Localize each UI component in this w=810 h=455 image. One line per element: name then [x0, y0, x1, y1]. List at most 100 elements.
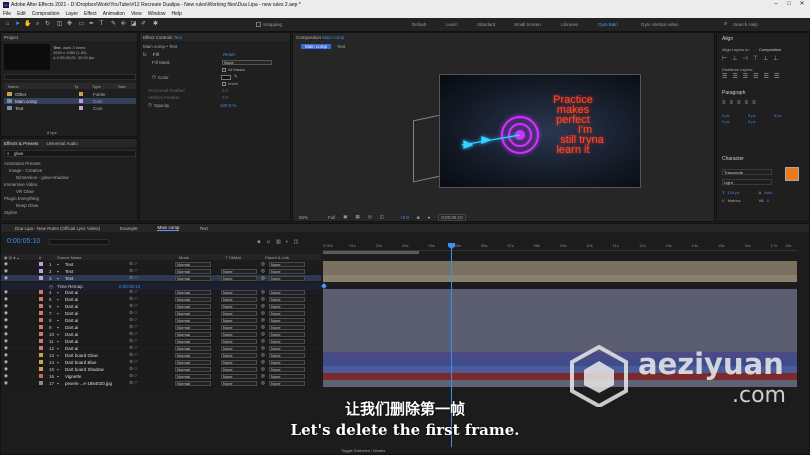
- visibility-eye-icon[interactable]: ◉: [1, 268, 9, 274]
- hand-tool-icon[interactable]: ✋: [24, 21, 31, 28]
- layer-source-name[interactable]: Dart board Shadow: [65, 367, 129, 372]
- layer-trkmat-dropdown[interactable]: None: [221, 268, 257, 274]
- timeline-layer-row[interactable]: ◉ 7 ▪ Dart.ai ⚙ ∕ ∕ Normal None ◎ None: [1, 310, 321, 317]
- layer-switches[interactable]: ⚙ ∕ ∕: [129, 373, 175, 379]
- layer-source-name[interactable]: Text: [65, 269, 129, 274]
- layer-trkmat-dropdown[interactable]: None: [221, 324, 257, 330]
- draft-3d-icon[interactable]: ◈: [257, 239, 261, 245]
- label-color-swatch[interactable]: [39, 381, 43, 385]
- layer-switches[interactable]: ⚙ ∕ ∕: [129, 275, 175, 281]
- paragraph-justify-all-icon[interactable]: ≡: [752, 100, 756, 106]
- layer-trkmat-dropdown[interactable]: None: [221, 352, 257, 358]
- paragraph-center-icon[interactable]: ≡: [730, 100, 734, 106]
- visibility-eye-icon[interactable]: ◉: [1, 366, 9, 372]
- layer-switches[interactable]: ⚙ ∕ ∕: [129, 380, 175, 386]
- pick-whip-icon[interactable]: ◎: [261, 359, 269, 365]
- layer-duration-bar[interactable]: [323, 289, 797, 296]
- layer-mode-dropdown[interactable]: Normal: [175, 296, 211, 302]
- layer-mode-dropdown[interactable]: Normal: [175, 317, 211, 323]
- layer-switches[interactable]: ⚙ ∕ ∕: [129, 331, 175, 337]
- layer-source-name[interactable]: Dart board Blue: [65, 360, 129, 365]
- layer-parent-dropdown[interactable]: None: [269, 289, 305, 295]
- workspace-learn[interactable]: Learn: [446, 22, 458, 27]
- distribute-top-icon[interactable]: ☰: [722, 73, 727, 80]
- layer-mode-dropdown[interactable]: Normal: [175, 345, 211, 351]
- col-label[interactable]: Ty: [74, 84, 92, 89]
- layer-duration-bar[interactable]: [323, 317, 797, 324]
- timeline-layer-row[interactable]: ◉ 3 ▪ Text ⚙ ∕ ∕ Normal None ◎ None: [1, 275, 321, 282]
- layer-switches[interactable]: ⚙ ∕ ∕: [129, 310, 175, 316]
- timeline-layer-row[interactable]: ◉ 1 ▪ Text ⚙ ∕ ∕ Normal ◎ None: [1, 261, 321, 268]
- type-tool-icon[interactable]: T: [98, 21, 105, 28]
- menu-view[interactable]: View: [131, 11, 142, 17]
- visibility-eye-icon[interactable]: ◉: [1, 324, 9, 330]
- pen-tool-icon[interactable]: ✒: [88, 21, 95, 28]
- layer-source-name[interactable]: pexels-...e-1654020.jpg: [65, 381, 129, 386]
- pick-whip-icon[interactable]: ◎: [261, 331, 269, 337]
- label-color-swatch[interactable]: [39, 367, 43, 371]
- layer-duration-bar[interactable]: [323, 275, 797, 282]
- timeline-layer-row[interactable]: ◉ 10 ▪ Dart.ai ⚙ ∕ ∕ Normal None ◎ None: [1, 331, 321, 338]
- search-icon[interactable]: ⌕: [724, 21, 727, 28]
- layer-mode-dropdown[interactable]: Normal: [175, 261, 211, 267]
- timeline-layer-row[interactable]: ◉ 13 ▪ Dart board Glow ⚙ ∕ ∕ Normal None ◎ None: [1, 352, 321, 359]
- col-type[interactable]: Type: [92, 84, 118, 89]
- pick-whip-icon[interactable]: ◎: [261, 352, 269, 358]
- layer-duration-bar[interactable]: [323, 310, 797, 317]
- visibility-eye-icon[interactable]: ◉: [1, 303, 9, 309]
- close-button[interactable]: ✕: [796, 0, 808, 9]
- tree-item[interactable]: Dimension - glow+shadow: [4, 174, 69, 181]
- label-color-swatch[interactable]: [39, 353, 43, 357]
- col-source-name[interactable]: Source Name: [57, 255, 179, 260]
- layer-switches[interactable]: ⚙ ∕ ∕: [129, 261, 175, 267]
- eraser-tool-icon[interactable]: ◪: [130, 21, 137, 28]
- layer-switches[interactable]: ⚙ ∕ ∕: [129, 338, 175, 344]
- time-ruler[interactable]: 0:00s 01s 02s 03s 04s 05s 06s 07s 08s 09s 10s 11s 12…: [323, 243, 797, 251]
- tab-text[interactable]: Text: [199, 226, 207, 231]
- zoom-tool-icon[interactable]: ⌕: [34, 21, 41, 28]
- effect-fill-row[interactable]: fx Fill Reset: [143, 52, 289, 57]
- layer-trkmat-dropdown[interactable]: None: [221, 345, 257, 351]
- timeline-layer-row[interactable]: ◉ 11 ▪ Dart.ai ⚙ ∕ ∕ Normal None ◎ None: [1, 338, 321, 345]
- layer-parent-dropdown[interactable]: None: [269, 373, 305, 379]
- layer-duration-bar[interactable]: [323, 296, 797, 303]
- timeline-layer-row[interactable]: ◉ 17 ▪ pexels-...e-1654020.jpg ⚙ ∕ ∕ Normal No…: [1, 380, 321, 387]
- layer-switches[interactable]: ⚙ ∕ ∕: [129, 359, 175, 365]
- invert-checkbox[interactable]: [222, 81, 226, 86]
- space-before-value[interactable]: 0 px: [722, 119, 748, 125]
- mask-tool-icon[interactable]: ▭: [78, 21, 85, 28]
- tree-item[interactable]: Animation Presets: [4, 160, 69, 167]
- label-color-swatch[interactable]: [39, 269, 43, 273]
- pick-whip-icon[interactable]: ◎: [261, 275, 269, 281]
- space-after-value[interactable]: 0 px: [748, 119, 756, 125]
- menu-layer[interactable]: Layer: [65, 11, 78, 17]
- workspace-small-screen[interactable]: Small Screen: [514, 22, 541, 27]
- visibility-eye-icon[interactable]: ◉: [1, 317, 9, 323]
- visibility-eye-icon[interactable]: ◉: [1, 373, 9, 379]
- work-area-bar[interactable]: [323, 251, 419, 254]
- label-color-swatch[interactable]: [39, 318, 43, 322]
- project-tab[interactable]: Project: [4, 35, 18, 40]
- tree-item[interactable]: Immersive Video: [4, 181, 69, 188]
- pick-whip-icon[interactable]: ◎: [261, 261, 269, 267]
- camera-tool-icon[interactable]: ◫: [56, 21, 63, 28]
- project-item[interactable]: Text Com: [4, 105, 136, 111]
- col-name[interactable]: Name: [4, 84, 74, 89]
- distribute-vcenter-icon[interactable]: ☰: [732, 73, 737, 80]
- workspace-standard[interactable]: Standard: [477, 22, 495, 27]
- layer-parent-dropdown[interactable]: None: [269, 338, 305, 344]
- layer-source-name[interactable]: Dart.ai: [65, 325, 129, 330]
- visibility-eye-icon[interactable]: ◉: [1, 261, 9, 267]
- layer-source-name[interactable]: Dart.ai: [65, 297, 129, 302]
- align-left-icon[interactable]: ⊢: [722, 55, 727, 62]
- pick-whip-icon[interactable]: ◎: [261, 366, 269, 372]
- layer-parent-dropdown[interactable]: None: [269, 380, 305, 386]
- layer-parent-dropdown[interactable]: None: [269, 345, 305, 351]
- layer-trkmat-dropdown[interactable]: None: [221, 317, 257, 323]
- layer-source-name[interactable]: Text: [65, 276, 129, 281]
- snapshot-icon[interactable]: ◙: [417, 215, 420, 220]
- visibility-eye-icon[interactable]: ◉: [1, 352, 9, 358]
- layer-mode-dropdown[interactable]: Normal: [175, 373, 211, 379]
- distribute-hcenter-icon[interactable]: ☰: [764, 73, 769, 80]
- eyedropper-icon[interactable]: ✎: [234, 74, 238, 80]
